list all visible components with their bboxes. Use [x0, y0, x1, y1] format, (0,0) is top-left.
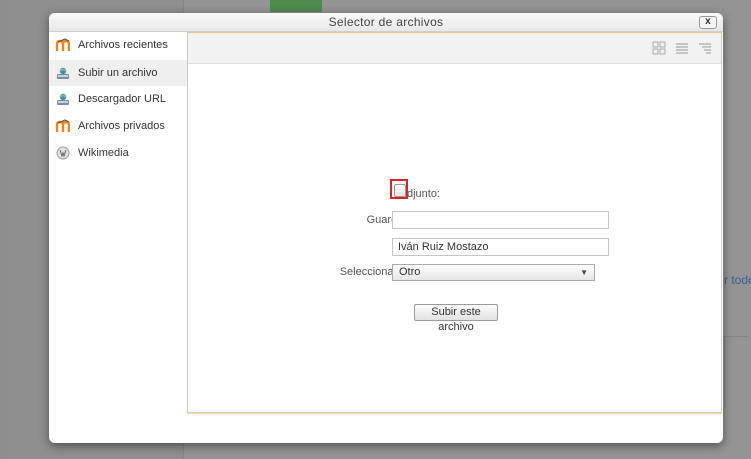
- moodle-icon: [56, 119, 70, 132]
- close-icon: x: [705, 16, 711, 27]
- sidebar-item-recent-files[interactable]: Archivos recientes: [49, 32, 187, 58]
- save-as-input[interactable]: [392, 211, 609, 229]
- sidebar-item-label: Descargador URL: [78, 93, 167, 105]
- upload-panel: Adjunto: Guardar como: Autor: Iván Ruiz …: [187, 32, 722, 413]
- sidebar-item-private-files[interactable]: Archivos privados: [49, 113, 187, 139]
- sidebar-item-wikimedia[interactable]: Wikimedia: [49, 140, 187, 166]
- license-select[interactable]: Otro ▼: [392, 264, 595, 281]
- sidebar-item-label: Archivos recientes: [78, 39, 168, 51]
- dialog-titlebar: Selector de archivos x: [49, 13, 723, 32]
- license-selected-value: Otro: [399, 266, 421, 278]
- sidebar-item-label: Archivos privados: [78, 120, 165, 132]
- dialog-title: Selector de archivos: [328, 15, 444, 29]
- attachment-label: Adjunto:: [399, 188, 440, 200]
- icon-view-icon[interactable]: [650, 39, 668, 57]
- sidebar-item-label: Wikimedia: [78, 147, 129, 159]
- list-view-icon[interactable]: [673, 39, 691, 57]
- background-green-tab: [270, 0, 322, 12]
- moodle-icon: [56, 38, 70, 51]
- view-toolbar: [188, 33, 721, 64]
- wikimedia-icon: [56, 146, 70, 160]
- close-button[interactable]: x: [699, 16, 717, 29]
- file-picker-dialog: Selector de archivos x Archivos reciente…: [49, 13, 723, 443]
- upload-file-button[interactable]: Subir este archivo: [414, 304, 498, 333]
- sidebar-item-url-downloader[interactable]: Descargador URL: [49, 86, 187, 112]
- attachment-highlight: [390, 179, 408, 199]
- panel-footer-divider: [187, 413, 722, 414]
- author-input[interactable]: Iván Ruiz Mostazo: [392, 238, 609, 256]
- chevron-down-icon: ▼: [580, 268, 588, 277]
- url-download-icon: [57, 93, 69, 105]
- sidebar-item-upload-file[interactable]: Subir un archivo: [49, 60, 187, 86]
- attachment-checkbox[interactable]: [394, 184, 406, 197]
- sidebar-item-label: Subir un archivo: [78, 67, 158, 79]
- upload-icon: [57, 67, 69, 79]
- background-box: [724, 336, 748, 407]
- repository-sidebar: Archivos recientes Subir un archivo Desc…: [49, 32, 187, 443]
- background-link[interactable]: r todo: [724, 273, 751, 287]
- tree-view-icon[interactable]: [696, 39, 714, 57]
